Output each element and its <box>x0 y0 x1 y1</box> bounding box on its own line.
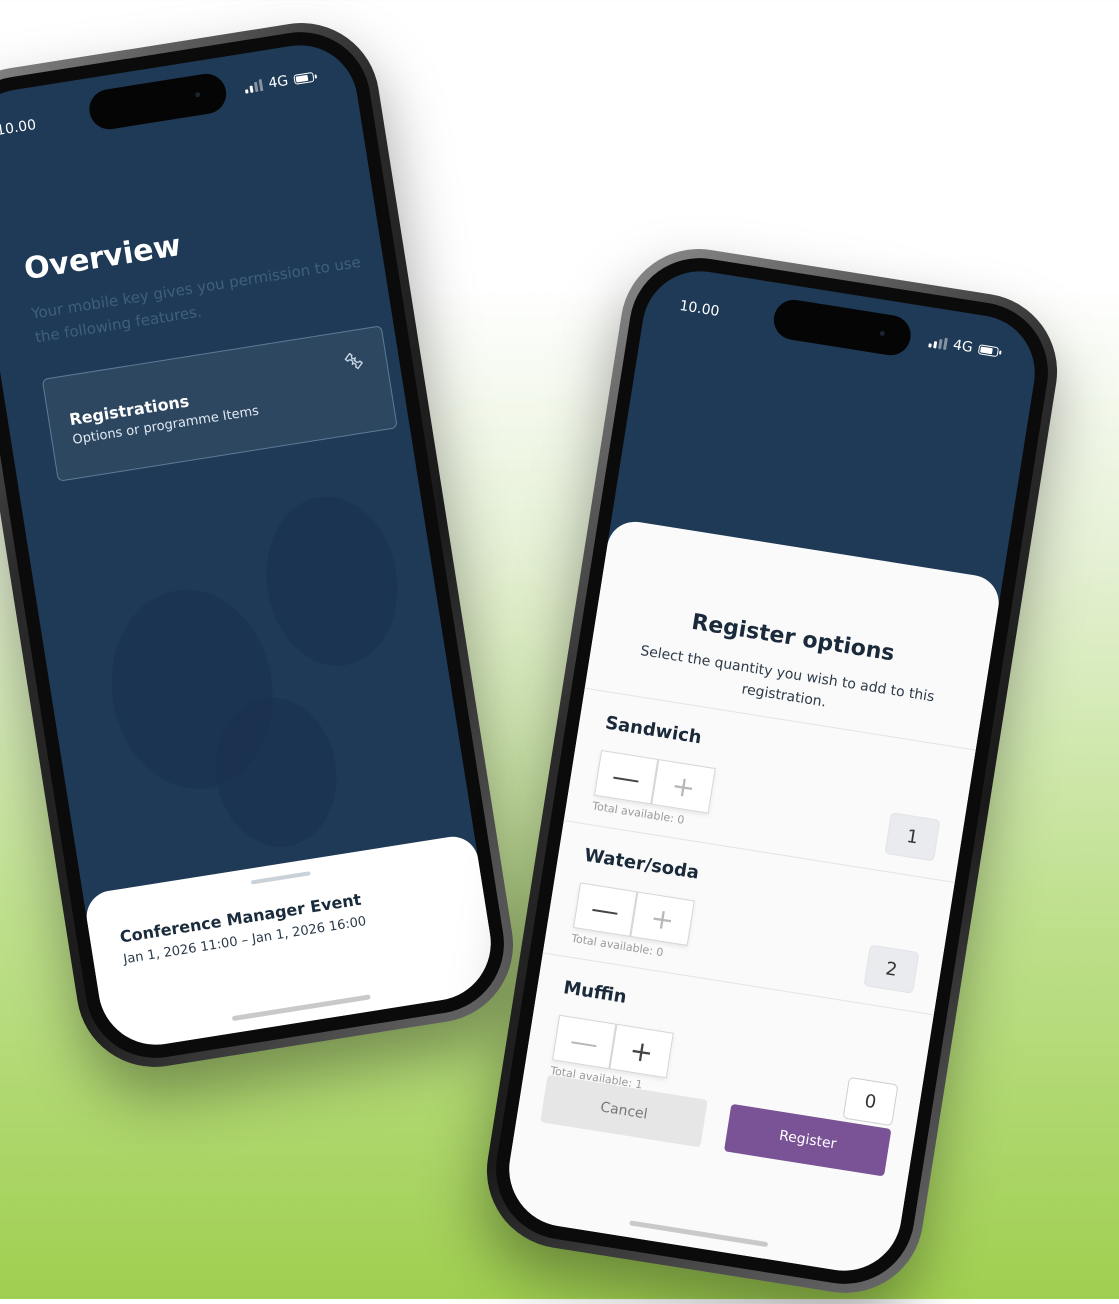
sheet-grabber[interactable] <box>250 871 311 885</box>
option-name: Water/soda <box>582 844 701 884</box>
phone-bezel: 10.00 4G Overview Your mobile key gives … <box>0 22 514 1068</box>
signal-icon <box>928 335 949 351</box>
decrement-button[interactable]: — <box>573 882 638 937</box>
network-label: 4G <box>267 72 290 92</box>
quantity-value: 2 <box>863 944 920 994</box>
overview-phone: 10.00 4G Overview Your mobile key gives … <box>0 11 525 1079</box>
increment-button[interactable]: + <box>651 759 716 814</box>
home-indicator <box>629 1220 769 1248</box>
option-name: Muffin <box>561 977 629 1008</box>
overview-screen: 10.00 4G Overview Your mobile key gives … <box>0 36 500 1054</box>
home-indicator <box>231 994 371 1022</box>
status-indicators: 4G <box>928 333 1000 360</box>
dynamic-island <box>86 70 230 133</box>
increment-button[interactable]: + <box>609 1023 674 1079</box>
decrement-button[interactable]: — <box>552 1014 617 1070</box>
quantity-value: 1 <box>884 812 941 862</box>
page-title: Overview <box>21 227 184 288</box>
decrement-button[interactable]: — <box>593 750 659 805</box>
status-time: 10.00 <box>678 297 721 320</box>
register-phone: 10.00 4G Register options Select the qua… <box>475 237 1069 1304</box>
phone-bezel: 10.00 4G Register options Select the qua… <box>486 248 1058 1294</box>
battery-icon <box>293 71 315 85</box>
ticket-icon <box>344 352 363 370</box>
registrations-card[interactable]: Registrations Options or programme Items <box>41 325 398 482</box>
register-screen: 10.00 4G Register options Select the qua… <box>500 262 1044 1280</box>
increment-button[interactable]: + <box>630 891 695 946</box>
background-shape <box>254 487 410 676</box>
quantity-value: 0 <box>842 1076 899 1127</box>
option-name: Sandwich <box>603 712 704 749</box>
dynamic-island <box>770 296 914 359</box>
network-label: 4G <box>951 337 974 357</box>
signal-icon <box>244 78 264 94</box>
status-time: 10.00 <box>0 116 38 140</box>
status-indicators: 4G <box>244 69 315 96</box>
event-sheet[interactable]: Conference Manager Event Jan 1, 2026 11:… <box>82 833 500 1054</box>
register-options-sheet: Register options Select the quantity you… <box>500 517 1003 1280</box>
battery-icon <box>977 344 1000 358</box>
